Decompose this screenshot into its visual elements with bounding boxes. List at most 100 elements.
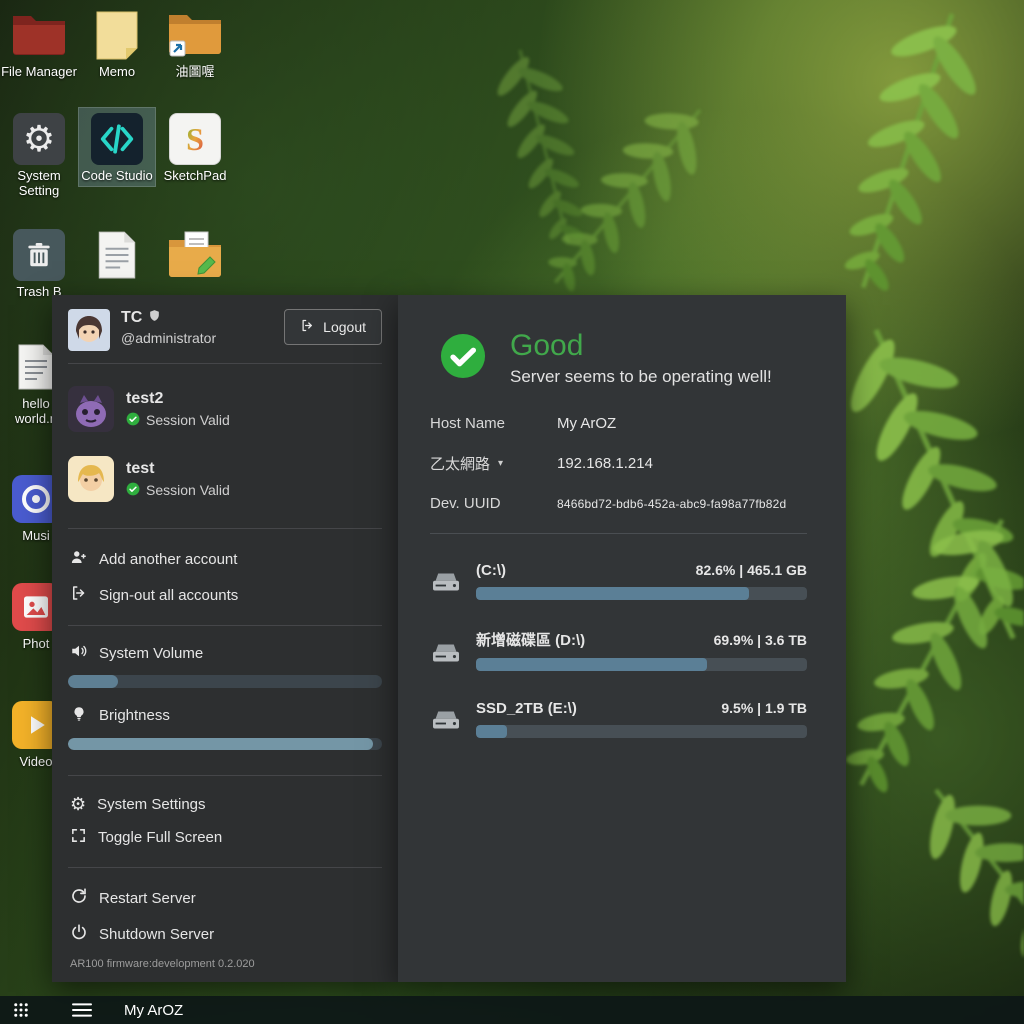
shield-icon — [148, 309, 161, 327]
user-plus-icon — [70, 548, 88, 570]
uuid-value: 8466bd72-bdb6-452a-abc9-fa98a77fb82d — [557, 497, 786, 511]
account-avatar — [68, 386, 114, 432]
system-settings-item[interactable]: ⚙ System Settings — [68, 788, 382, 820]
server-status-panel: Good Server seems to be operating well! … — [398, 295, 846, 982]
document-icon — [79, 226, 155, 284]
volume-slider-fill — [68, 675, 118, 688]
account-info: test2 Session Valid — [126, 390, 230, 429]
check-circle-icon — [126, 482, 140, 499]
sign-out-icon — [70, 584, 88, 606]
desktop-icon-trash[interactable]: Trash B — [1, 224, 77, 302]
disk-content: (C:\) 82.6% | 465.1 GB — [476, 562, 807, 600]
disk-row-c: (C:\) 82.6% | 465.1 GB — [430, 562, 807, 600]
desktop-icon-sketchpad[interactable]: S SketchPad — [157, 108, 233, 186]
user-handle: @administrator — [121, 330, 216, 346]
desktop-icon-folder-edit[interactable] — [157, 224, 233, 287]
desktop-icon-document[interactable] — [79, 224, 155, 287]
disk-usage-bar — [476, 658, 807, 671]
icon-label: Memo — [79, 64, 155, 79]
disk-row-e: SSD_2TB (E:\) 9.5% | 1.9 TB — [430, 700, 807, 738]
trash-icon — [1, 226, 77, 284]
firmware-version: AR100 firmware:development 0.2.020 — [68, 952, 382, 972]
disk-name: 新增磁碟區 (D:\) — [476, 629, 585, 650]
taskbar: My ArOZ — [0, 996, 1024, 1024]
volume-label-row: System Volume — [68, 638, 382, 668]
uuid-row: Dev. UUID 8466bd72-bdb6-452a-abc9-fa98a7… — [430, 495, 807, 512]
hdd-icon — [430, 707, 462, 738]
disk-name: (C:\) — [476, 562, 506, 579]
account-status: Session Valid — [146, 412, 230, 428]
logout-button[interactable]: Logout — [284, 309, 382, 345]
power-icon — [70, 923, 88, 945]
folder-shortcut-icon — [157, 6, 233, 64]
hostname-row: Host Name My ArOZ — [430, 415, 807, 432]
gear-tile-icon: ⚙ — [1, 110, 77, 168]
restart-server-label: Restart Server — [99, 890, 196, 907]
disk-usage-fill — [476, 658, 707, 671]
user-identity: TC @administrator — [121, 309, 216, 346]
brightness-label-row: Brightness — [68, 701, 382, 731]
logout-label: Logout — [323, 319, 366, 335]
gear-icon: ⚙ — [70, 795, 86, 813]
toggle-fullscreen-item[interactable]: Toggle Full Screen — [68, 820, 382, 855]
divider — [68, 867, 382, 868]
user-name: TC — [121, 309, 142, 327]
disk-usage: 82.6% | 465.1 GB — [696, 562, 807, 578]
file-manager-icon — [1, 6, 77, 64]
add-account-item[interactable]: Add another account — [68, 541, 382, 577]
icon-label: Code Studio — [79, 168, 155, 183]
brightness-label: Brightness — [99, 707, 170, 724]
divider — [68, 625, 382, 626]
signout-all-item[interactable]: Sign-out all accounts — [68, 577, 382, 613]
status-message: Server seems to be operating well! — [510, 367, 772, 387]
disk-usage: 69.9% | 3.6 TB — [714, 632, 807, 648]
sketchpad-icon: S — [157, 110, 233, 168]
disk-content: 新增磁碟區 (D:\) 69.9% | 3.6 TB — [476, 629, 807, 671]
desktop-icon-shortcut-folder[interactable]: 油圖喔 — [157, 4, 233, 82]
speaker-icon — [70, 642, 88, 664]
desktop-icon-code-studio[interactable]: Code Studio — [79, 108, 155, 186]
icon-label: 油圖喔 — [157, 64, 233, 79]
icon-label: SketchPad — [157, 168, 233, 183]
account-status: Session Valid — [146, 482, 230, 498]
account-info: test Session Valid — [126, 460, 230, 499]
fullscreen-icon — [70, 827, 87, 848]
desktop-icon-system-setting[interactable]: ⚙ System Setting — [1, 108, 77, 202]
hostname-label: Host Name — [430, 415, 557, 432]
network-row: 乙太網路 ▾ 192.168.1.214 — [430, 453, 807, 474]
disk-usage-fill — [476, 587, 749, 600]
check-circle-icon — [126, 412, 140, 429]
brightness-slider-fill — [68, 738, 373, 751]
status-row: Good Server seems to be operating well! — [440, 329, 807, 387]
memo-icon — [79, 6, 155, 64]
divider — [68, 528, 382, 529]
brightness-slider[interactable] — [68, 738, 382, 751]
desktop-icon-memo[interactable]: Memo — [79, 4, 155, 82]
hostname-value: My ArOZ — [557, 415, 616, 432]
divider — [68, 363, 382, 364]
shutdown-server-item[interactable]: Shutdown Server — [68, 916, 382, 952]
restart-server-item[interactable]: Restart Server — [68, 880, 382, 916]
svg-text:S: S — [186, 121, 204, 157]
add-account-label: Add another account — [99, 551, 237, 568]
hdd-icon — [430, 640, 462, 671]
sign-out-icon — [300, 318, 315, 336]
volume-label: System Volume — [99, 645, 203, 662]
icon-label: System Setting — [1, 168, 77, 199]
divider — [68, 775, 382, 776]
desktop-icon-file-manager[interactable]: File Manager — [1, 4, 77, 82]
account-name: test — [126, 460, 230, 478]
account-row-test[interactable]: test Session Valid — [68, 456, 382, 502]
icon-label: File Manager — [1, 64, 77, 79]
chevron-down-icon: ▾ — [498, 458, 503, 469]
network-label: 乙太網路 — [430, 453, 490, 474]
network-dropdown[interactable]: 乙太網路 ▾ — [430, 453, 557, 474]
account-row-test2[interactable]: test2 Session Valid — [68, 386, 382, 432]
hamburger-menu-icon[interactable] — [72, 1002, 92, 1018]
account-avatar — [68, 456, 114, 502]
user-panel: TC @administrator Logout test2 — [52, 295, 398, 982]
volume-slider[interactable] — [68, 675, 382, 688]
user-avatar — [68, 309, 110, 351]
status-check-circle-icon — [440, 333, 486, 384]
app-grid-icon[interactable] — [12, 1001, 30, 1019]
